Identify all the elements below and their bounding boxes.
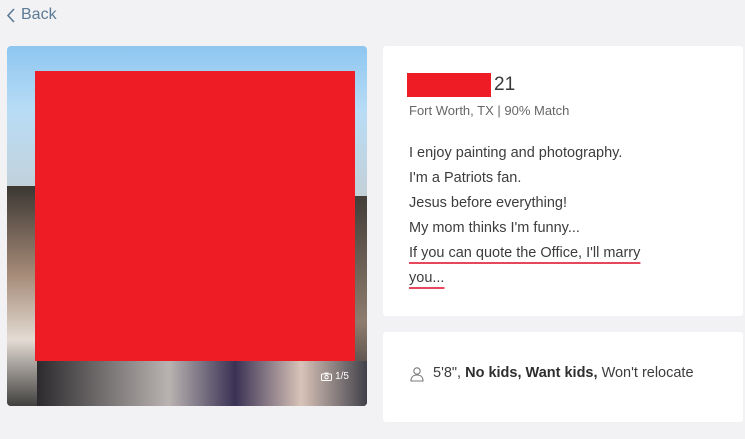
name-redaction bbox=[407, 73, 491, 97]
redaction-box bbox=[35, 71, 355, 361]
name-row: 21 bbox=[407, 73, 515, 97]
back-label: Back bbox=[21, 6, 57, 23]
details-text: 5'8", No kids, Want kids, Won't relocate bbox=[433, 360, 694, 386]
photo-count-text: 1/5 bbox=[335, 371, 349, 382]
camera-icon bbox=[321, 372, 333, 381]
photo-background-people bbox=[37, 361, 367, 406]
relocate-value: Won't relocate bbox=[601, 365, 694, 381]
age: 21 bbox=[494, 74, 516, 95]
kids-value: No kids, bbox=[465, 365, 522, 381]
chevron-left-icon bbox=[6, 7, 15, 23]
bio-line: My mom thinks I'm funny... bbox=[409, 220, 580, 236]
photo-counter: 1/5 bbox=[321, 371, 349, 382]
bio-line-underlined: you... bbox=[409, 270, 445, 286]
details-card: 5'8", No kids, Want kids, Won't relocate bbox=[383, 332, 743, 422]
bio-line: I enjoy painting and photography. bbox=[409, 145, 623, 161]
details-row: 5'8", No kids, Want kids, Won't relocate bbox=[409, 360, 709, 386]
bio-line: I'm a Patriots fan. bbox=[409, 170, 522, 186]
bio-card: 21 Fort Worth, TX | 90% Match I enjoy pa… bbox=[383, 46, 743, 316]
location-match: Fort Worth, TX | 90% Match bbox=[409, 103, 570, 118]
bio-line-underlined: If you can quote the Office, I'll marry bbox=[409, 245, 641, 261]
bio-text: I enjoy painting and photography. I'm a … bbox=[409, 141, 719, 291]
want-kids-value: Want kids, bbox=[525, 365, 598, 381]
height-value: 5'8", bbox=[433, 365, 462, 381]
person-icon bbox=[410, 367, 424, 382]
bio-line: Jesus before everything! bbox=[409, 195, 567, 211]
back-button[interactable]: Back bbox=[6, 4, 57, 26]
profile-photo[interactable]: 1/5 bbox=[7, 46, 367, 406]
